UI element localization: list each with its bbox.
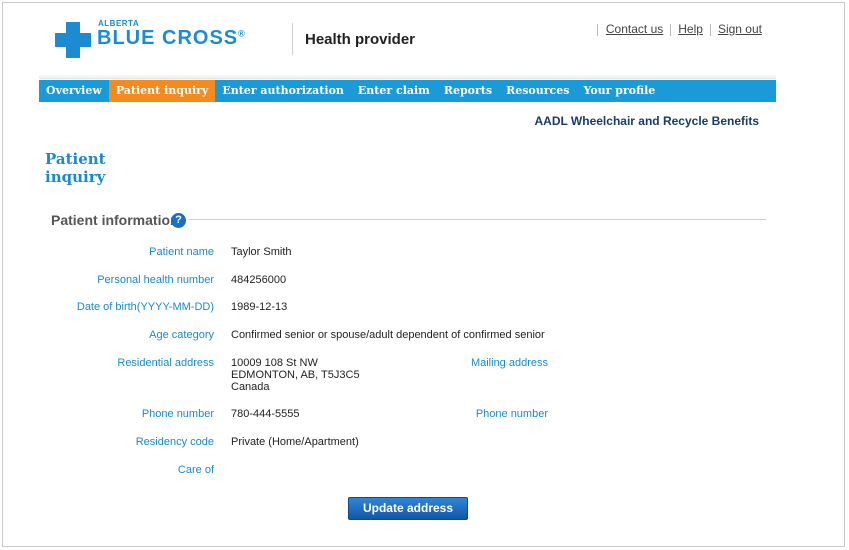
section-divider (189, 219, 766, 220)
header-divider (292, 23, 293, 55)
section-title: Patient information (51, 212, 179, 228)
page-title: Patient inquiry (45, 150, 106, 186)
nav-enter-authorization[interactable]: Enter authorization (215, 80, 351, 102)
update-address-button[interactable]: Update address (348, 497, 468, 520)
nav-shadow (39, 74, 776, 79)
mailing-phone-label: Phone number (475, 408, 548, 420)
residential-address-line3: Canada (231, 381, 270, 393)
mailing-address-label: Mailing address (470, 357, 548, 369)
contact-us-link[interactable]: Contact us (606, 22, 663, 36)
age-category-value: Confirmed senior or spouse/adult depende… (231, 329, 545, 341)
care-of-label: Care of (177, 464, 214, 476)
nav-overview[interactable]: Overview (39, 80, 109, 102)
help-icon[interactable]: ? (171, 213, 186, 228)
portal-title: Health provider (305, 31, 416, 48)
nav-resources[interactable]: Resources (499, 80, 576, 102)
nav-reports[interactable]: Reports (437, 80, 499, 102)
program-subtitle: AADL Wheelchair and Recycle Benefits (534, 114, 759, 128)
residential-address-line2: EDMONTON, AB, T5J3C5 (231, 369, 360, 381)
help-link[interactable]: Help (678, 22, 703, 36)
phone-number-label: Phone number (141, 408, 214, 420)
patient-name-value: Taylor Smith (231, 246, 292, 258)
main-nav: Overview Patient inquiry Enter authoriza… (39, 80, 776, 102)
phn-label: Personal health number (97, 274, 214, 286)
age-category-label: Age category (149, 329, 214, 341)
dob-value: 1989-12-13 (231, 301, 288, 313)
nav-enter-claim[interactable]: Enter claim (351, 80, 437, 102)
residential-address-label: Residential address (117, 357, 214, 369)
patient-name-label: Patient name (149, 246, 214, 258)
blue-cross-icon (55, 22, 91, 58)
residency-code-label: Residency code (135, 436, 214, 448)
dob-label: Date of birth(YYYY-MM-DD) (76, 301, 214, 313)
phn-value: 484256000 (231, 274, 287, 286)
page-frame: ALBERTA BLUE CROSS® Health provider Cont… (2, 2, 845, 547)
top-links: Contact us Help Sign out (596, 22, 762, 36)
phone-number-value: 780-444-5555 (231, 408, 300, 420)
brand-name: BLUE CROSS® (97, 27, 246, 49)
residential-address-line1: 10009 108 St NW (231, 357, 318, 369)
nav-patient-inquiry[interactable]: Patient inquiry (108, 80, 216, 102)
sign-out-link[interactable]: Sign out (718, 22, 762, 36)
residency-code-value: Private (Home/Apartment) (231, 436, 359, 448)
brand-logo[interactable]: ALBERTA BLUE CROSS® (55, 19, 295, 58)
nav-your-profile[interactable]: Your profile (576, 80, 662, 102)
